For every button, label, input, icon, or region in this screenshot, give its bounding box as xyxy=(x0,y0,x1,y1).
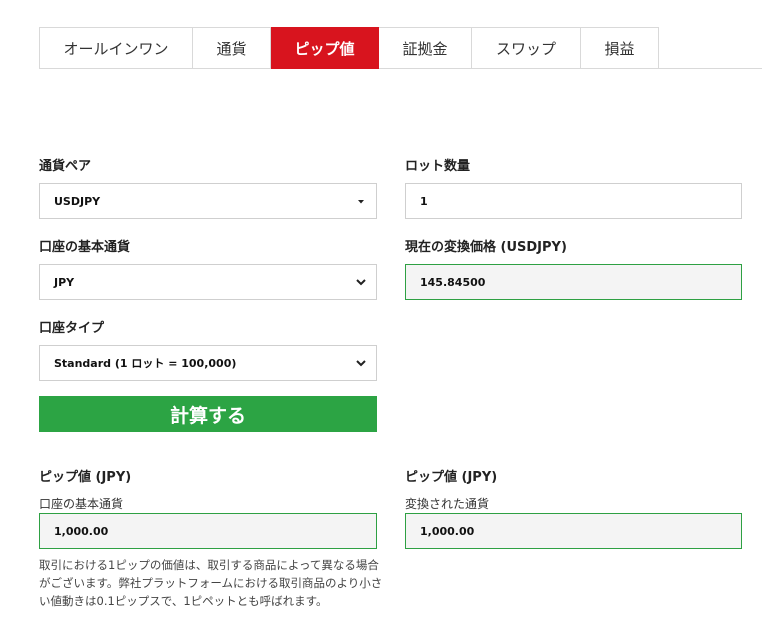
lot-quantity-label: ロット数量 xyxy=(405,159,471,174)
calculate-button[interactable]: 計算する xyxy=(39,396,377,432)
account-type-label: 口座タイプ xyxy=(39,321,105,336)
conversion-price-field: 145.84500 xyxy=(405,264,742,300)
currency-pair-select[interactable]: USDJPY xyxy=(39,183,377,219)
account-type-value: Standard (1 ロット = 100,000) xyxy=(54,357,237,370)
tab-all-in-one[interactable]: オールインワン xyxy=(39,27,193,69)
pip-value-base-value: 1,000.00 xyxy=(54,524,109,538)
pip-value-title-right: ピップ値 (JPY) xyxy=(405,470,498,485)
tabs-divider xyxy=(655,68,762,69)
pip-value-note: 取引における1ピップの価値は、取引する商品によって異なる場合がございます。弊社プ… xyxy=(39,558,383,608)
lot-quantity-value: 1 xyxy=(420,194,428,208)
lot-quantity-input[interactable]: 1 xyxy=(405,183,742,219)
base-currency-select[interactable]: JPY xyxy=(39,264,377,300)
pip-value-base-result: 1,000.00 xyxy=(39,513,377,549)
conversion-price-label: 現在の変換価格 (USDJPY) xyxy=(405,240,567,255)
conversion-price-value: 145.84500 xyxy=(420,275,486,289)
tab-pip-value[interactable]: ピップ値 xyxy=(271,27,379,69)
tab-currency[interactable]: 通貨 xyxy=(193,27,271,69)
chevron-down-icon xyxy=(356,360,366,367)
base-currency-result-label: 口座の基本通貨 xyxy=(39,497,124,511)
currency-pair-value: USDJPY xyxy=(54,194,101,208)
pip-value-title-left: ピップ値 (JPY) xyxy=(39,470,132,485)
currency-pair-label: 通貨ペア xyxy=(39,159,92,174)
converted-currency-result-label: 変換された通貨 xyxy=(405,497,490,511)
calculator-tabs: オールインワン 通貨 ピップ値 証拠金 スワップ 損益 xyxy=(39,27,659,69)
caret-down-icon xyxy=(358,200,364,204)
tab-swap[interactable]: スワップ xyxy=(472,27,581,69)
base-currency-label: 口座の基本通貨 xyxy=(39,240,131,255)
pip-value-converted-value: 1,000.00 xyxy=(420,524,475,538)
chevron-down-icon xyxy=(356,279,366,286)
account-type-select[interactable]: Standard (1 ロット = 100,000) xyxy=(39,345,377,381)
tab-margin[interactable]: 証拠金 xyxy=(379,27,472,69)
pip-value-converted-result: 1,000.00 xyxy=(405,513,742,549)
base-currency-value: JPY xyxy=(54,275,75,289)
tab-profit-loss[interactable]: 損益 xyxy=(581,27,659,69)
